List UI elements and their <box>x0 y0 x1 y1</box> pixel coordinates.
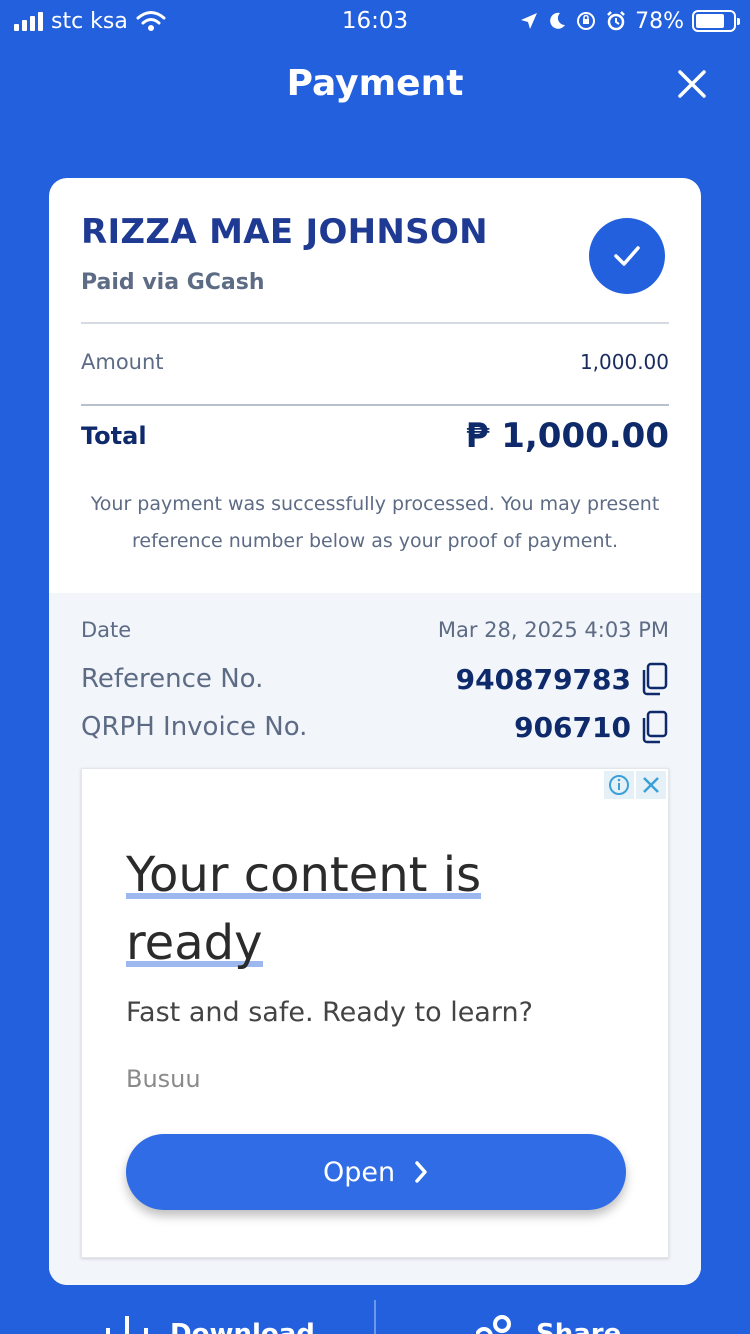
payment-method: Paid via GCash <box>81 270 265 295</box>
close-icon <box>643 777 659 793</box>
date-row: Date Mar 28, 2025 4:03 PM <box>81 615 669 645</box>
download-button[interactable]: Download <box>104 1314 315 1334</box>
amount-label: Amount <box>81 350 164 374</box>
transaction-details: Date Mar 28, 2025 4:03 PM Reference No. … <box>49 593 701 1285</box>
ad-headline-line2: ready <box>126 915 263 971</box>
total-row: Total ₱ 1,000.00 <box>81 414 669 458</box>
carrier-name: stc ksa <box>51 8 128 34</box>
invoice-row: QRPH Invoice No. 906710 <box>81 707 669 747</box>
ad-banner[interactable]: Your content is ready Fast and safe. Rea… <box>81 768 669 1258</box>
status-bar: stc ksa 16:03 78% <box>0 0 750 42</box>
signal-icon <box>14 11 43 31</box>
close-button[interactable] <box>674 66 710 102</box>
invoice-label: QRPH Invoice No. <box>81 712 308 742</box>
ad-headline: Your content is ready <box>126 841 546 977</box>
battery-icon <box>692 10 740 32</box>
reference-row: Reference No. 940879783 <box>81 659 669 699</box>
bottom-divider <box>374 1300 376 1334</box>
location-arrow-icon <box>521 13 538 29</box>
ad-subtext: Fast and safe. Ready to learn? <box>126 997 533 1028</box>
download-icon <box>106 1316 148 1334</box>
share-label: Share <box>536 1319 622 1334</box>
total-value: ₱ 1,000.00 <box>465 416 669 456</box>
bottom-action-bar: Download Share <box>0 1296 750 1334</box>
total-label: Total <box>81 422 147 450</box>
date-label: Date <box>81 618 132 642</box>
download-label: Download <box>170 1319 315 1334</box>
info-icon <box>609 775 629 795</box>
ad-headline-line1: Your content is <box>126 847 482 903</box>
success-check-icon <box>589 218 665 294</box>
share-icon <box>476 1315 511 1334</box>
reference-number: 940879783 <box>455 662 631 696</box>
copy-icon[interactable] <box>641 710 669 744</box>
orientation-lock-icon <box>577 12 596 30</box>
battery-percent: 78% <box>635 8 684 34</box>
page-title: Payment <box>286 63 464 104</box>
ad-open-button[interactable]: Open <box>126 1134 626 1210</box>
ad-info-button[interactable] <box>604 771 634 799</box>
divider <box>81 322 669 324</box>
amount-row: Amount 1,000.00 <box>81 346 669 378</box>
reference-label: Reference No. <box>81 664 264 694</box>
reference-value-group: 940879783 <box>456 662 669 696</box>
checkmark-icon <box>614 246 640 266</box>
success-message: Your payment was successfully processed.… <box>90 493 660 552</box>
header: Payment <box>0 56 750 112</box>
ad-controls <box>604 771 666 799</box>
date-value: Mar 28, 2025 4:03 PM <box>437 618 669 642</box>
copy-icon[interactable] <box>641 662 669 696</box>
invoice-value-group: 906710 <box>514 710 669 744</box>
status-left: stc ksa <box>14 9 166 34</box>
alarm-icon <box>607 11 625 31</box>
close-icon <box>678 70 706 98</box>
ad-close-button[interactable] <box>636 771 666 799</box>
battery-fill <box>696 14 725 28</box>
receipt-card: RIZZA MAE JOHNSON Paid via GCash Amount … <box>49 178 701 1285</box>
chevron-right-icon <box>415 1161 427 1183</box>
moon-icon <box>550 12 566 29</box>
invoice-number: 906710 <box>514 710 631 744</box>
payee-name: RIZZA MAE JOHNSON <box>81 212 488 252</box>
wifi-icon <box>136 11 166 31</box>
share-button[interactable]: Share <box>476 1314 621 1334</box>
amount-value: 1,000.00 <box>579 350 669 374</box>
ad-brand: Busuu <box>126 1065 201 1093</box>
divider <box>81 404 669 406</box>
ad-open-label: Open <box>322 1156 396 1188</box>
status-right: 78% <box>519 8 740 34</box>
